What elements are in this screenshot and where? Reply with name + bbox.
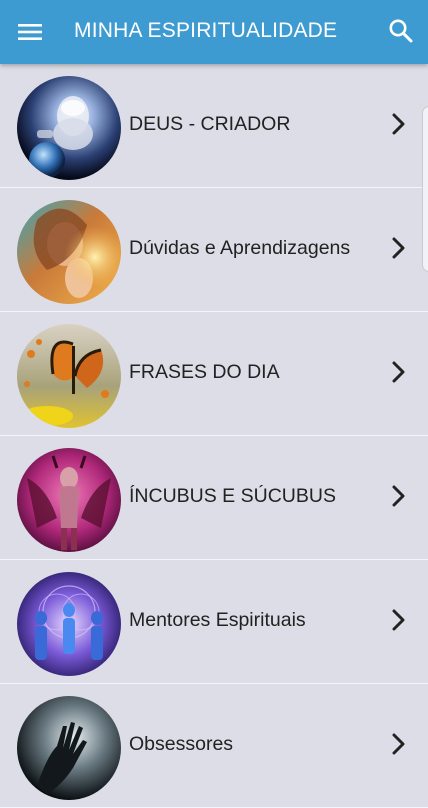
- chevron-right-icon: [388, 358, 410, 386]
- list-item-label: DEUS - CRIADOR: [129, 113, 291, 135]
- edge-panel-handle[interactable]: [422, 106, 428, 272]
- list-item-frases-do-dia[interactable]: FRASES DO DIA: [0, 312, 428, 436]
- dark-hand-thumbnail: [17, 696, 121, 800]
- hamburger-menu-icon: [18, 24, 42, 40]
- list-item-label: Dúvidas e Aprendizagens: [129, 237, 351, 259]
- list-item-label: Obsessores: [129, 733, 234, 755]
- chevron-right-icon: [388, 606, 410, 634]
- praying-woman-thumbnail: [17, 200, 121, 304]
- chevron-right-icon: [388, 730, 410, 758]
- list-item-incubus-sucubus[interactable]: ÍNCUBUS E SÚCUBUS: [0, 436, 428, 560]
- demon-figure-thumbnail: [17, 448, 121, 552]
- category-list: DEUS - CRIADOR Dúvidas e Aprendizagens F…: [0, 64, 428, 808]
- spirit-mentors-thumbnail: [17, 572, 121, 676]
- app-title: MINHA ESPIRITUALIDADE: [74, 19, 338, 42]
- list-item-label: FRASES DO DIA: [129, 361, 280, 383]
- chevron-right-icon: [388, 482, 410, 510]
- list-item-mentores-espirituais[interactable]: Mentores Espirituais: [0, 560, 428, 684]
- chevron-right-icon: [388, 234, 410, 262]
- search-button[interactable]: [384, 14, 418, 48]
- butterflies-thumbnail: [17, 324, 121, 428]
- chevron-right-icon: [388, 110, 410, 138]
- app-bar: MINHA ESPIRITUALIDADE: [0, 0, 428, 64]
- search-icon: [389, 19, 413, 43]
- list-item-label: ÍNCUBUS E SÚCUBUS: [129, 485, 336, 507]
- list-item-obsessores[interactable]: Obsessores: [0, 684, 428, 808]
- god-creator-thumbnail: [17, 76, 121, 180]
- list-item-deus-criador[interactable]: DEUS - CRIADOR: [0, 64, 428, 188]
- list-item-duvidas-aprendizagens[interactable]: Dúvidas e Aprendizagens: [0, 188, 428, 312]
- list-item-label: Mentores Espirituais: [129, 609, 306, 631]
- menu-button[interactable]: [14, 17, 46, 47]
